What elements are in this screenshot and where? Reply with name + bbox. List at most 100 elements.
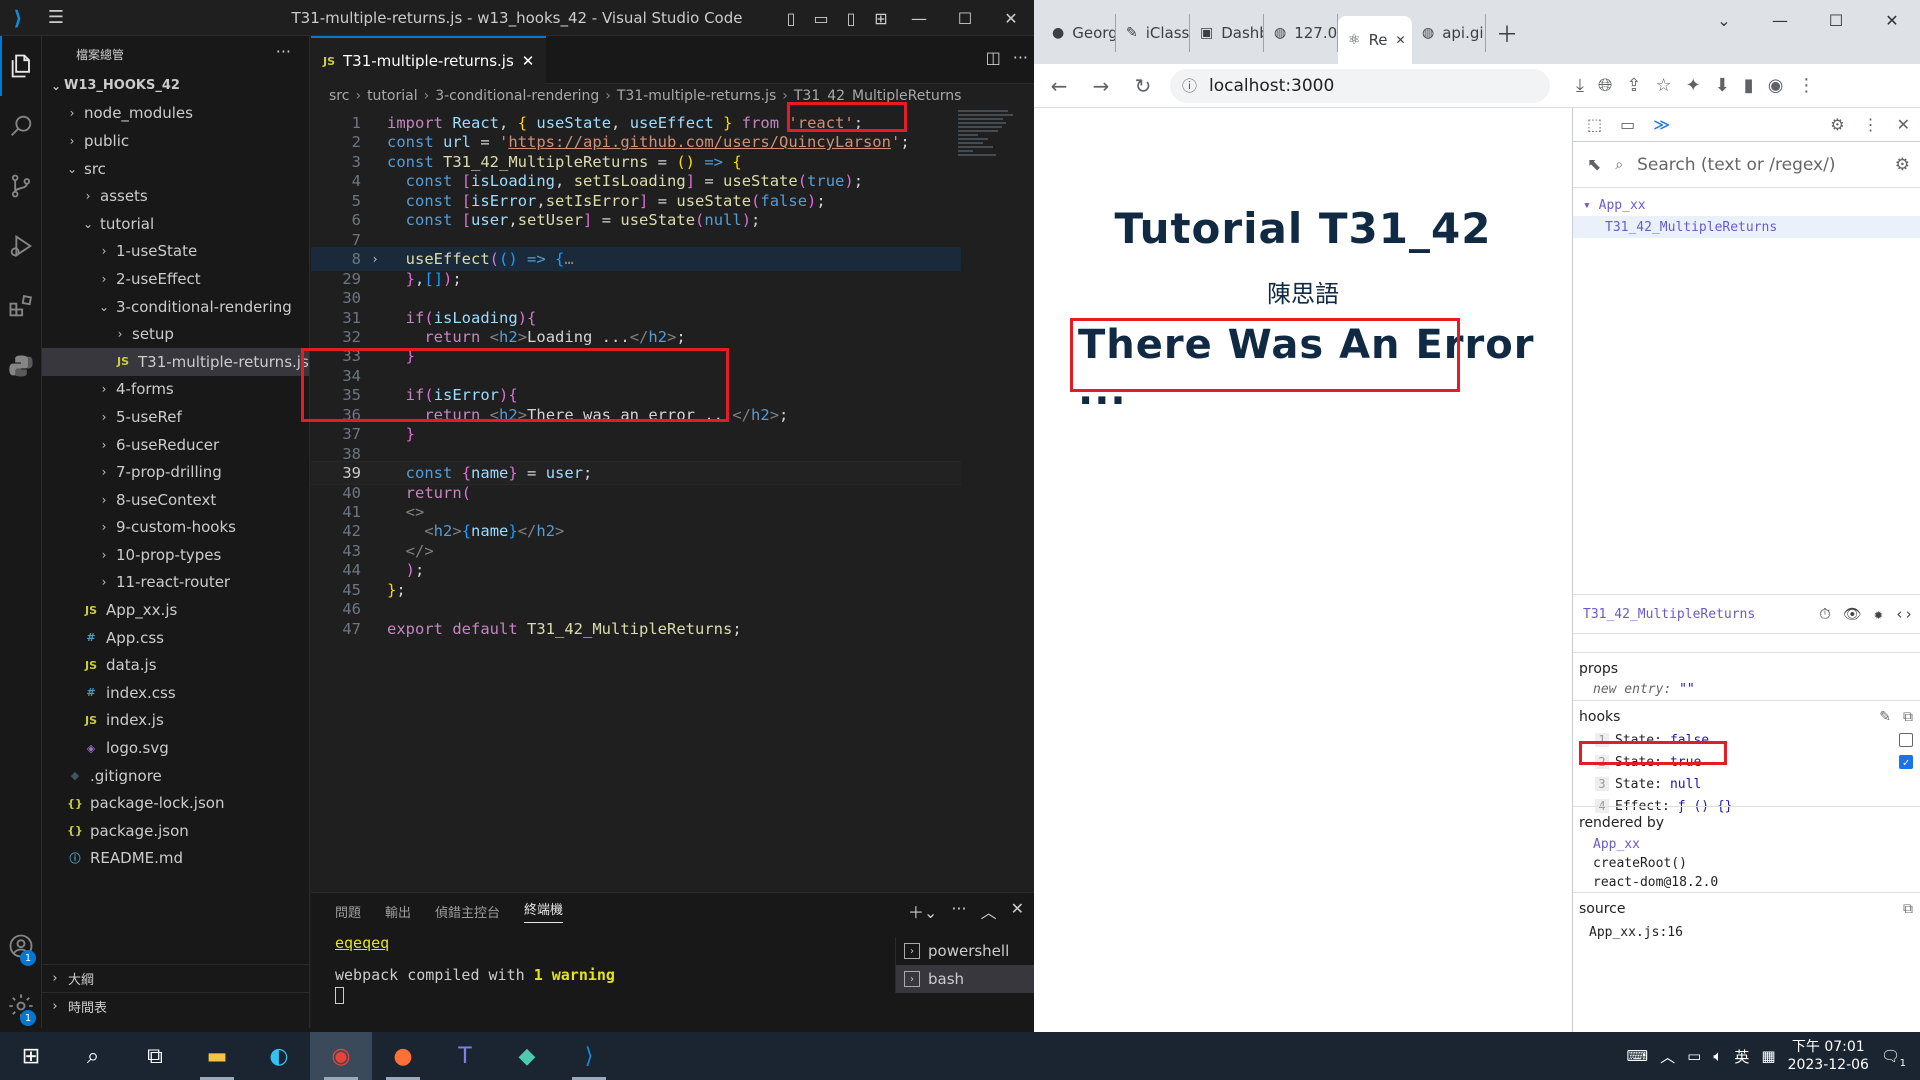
- breadcrumb-item[interactable]: T31-multiple-returns.js: [617, 88, 776, 104]
- share-icon[interactable]: ⇪: [1626, 75, 1641, 96]
- extensions-icon[interactable]: [0, 276, 42, 336]
- tree-item-8-usecontext[interactable]: › 8-useContext: [42, 486, 309, 514]
- python-icon[interactable]: [0, 336, 42, 396]
- parse-hook-names-icon[interactable]: ✎: [1879, 709, 1891, 725]
- terminal-powershell[interactable]: › powershell: [896, 937, 1034, 965]
- close-devtools-icon[interactable]: ✕: [1897, 115, 1910, 134]
- browser-tab[interactable]: ◍ 127.0: [1264, 14, 1338, 52]
- split-editor-icon[interactable]: ◫: [986, 48, 1001, 67]
- tree-item-tutorial[interactable]: ⌄ tutorial: [42, 210, 309, 238]
- tree-item-index-css[interactable]: # index.css: [42, 679, 309, 707]
- hook-toggle-checkbox[interactable]: [1899, 733, 1913, 747]
- breadcrumb-item[interactable]: tutorial: [367, 88, 418, 104]
- toggle-panel-icon[interactable]: ▭: [806, 0, 836, 36]
- select-component-icon[interactable]: ⬉: [1587, 155, 1601, 175]
- tree-item-app-css[interactable]: # App.css: [42, 624, 309, 652]
- chrome-icon[interactable]: ◉: [310, 1032, 372, 1080]
- tab-search-icon[interactable]: ⌄: [1696, 0, 1752, 40]
- reload-icon[interactable]: ↻: [1128, 71, 1158, 101]
- tree-item-src[interactable]: ⌄ src: [42, 155, 309, 183]
- panel-tab[interactable]: 終端機: [524, 899, 564, 923]
- timeline-section[interactable]: › 時間表: [42, 992, 310, 1019]
- explorer-icon[interactable]: [0, 36, 42, 96]
- maximize-panel-icon[interactable]: ︿: [981, 899, 997, 923]
- tree-item-2-useeffect[interactable]: › 2-useEffect: [42, 265, 309, 293]
- component-tree-node[interactable]: ▾ App_xx: [1573, 194, 1920, 216]
- code-editor[interactable]: 1 import React, { useState, useEffect } f…: [311, 108, 961, 808]
- minimize-button[interactable]: —: [896, 0, 942, 36]
- hook-value[interactable]: null: [1670, 777, 1701, 792]
- copy-source-icon[interactable]: ⧉: [1903, 901, 1913, 917]
- tree-item-10-prop-types[interactable]: › 10-prop-types: [42, 541, 309, 569]
- clock[interactable]: 下午 07:01 2023-12-06: [1788, 1038, 1869, 1074]
- inspect-element-icon[interactable]: ⬚: [1587, 115, 1602, 134]
- panel-tab[interactable]: 問題: [335, 902, 361, 921]
- minimap[interactable]: [958, 108, 1016, 228]
- tree-item-package-lock-json[interactable]: {} package-lock.json: [42, 789, 309, 817]
- browser-tab[interactable]: ⚛ Re ✕: [1338, 16, 1412, 64]
- panel-tab[interactable]: 輸出: [385, 902, 411, 921]
- tree-item-setup[interactable]: › setup: [42, 320, 309, 348]
- breadcrumb-item[interactable]: 3-conditional-rendering: [435, 88, 599, 104]
- more-actions-icon[interactable]: ···: [1013, 48, 1028, 67]
- browser-tab[interactable]: ✎ iClass: [1116, 14, 1190, 52]
- maximize-button[interactable]: ☐: [942, 0, 988, 36]
- tree-item-assets[interactable]: › assets: [42, 182, 309, 210]
- outline-section[interactable]: › 大綱: [42, 964, 310, 991]
- customize-layout-icon[interactable]: ⊞: [866, 0, 896, 36]
- tab-t31-multiple-returns[interactable]: JS T31-multiple-returns.js ✕: [311, 36, 547, 84]
- tree-item-data-js[interactable]: JS data.js: [42, 651, 309, 679]
- file-explorer-icon[interactable]: ▬: [186, 1032, 248, 1080]
- breadcrumb-item[interactable]: src: [329, 88, 349, 104]
- site-info-icon[interactable]: ⓘ: [1182, 75, 1197, 96]
- run-debug-icon[interactable]: [0, 216, 42, 276]
- props-new-entry[interactable]: new entry: "": [1579, 681, 1915, 697]
- maximize-button[interactable]: ☐: [1808, 0, 1864, 40]
- close-tab-icon[interactable]: ✕: [1396, 33, 1406, 47]
- code-line[interactable]: 47 export default T31_42_MultipleReturns;: [311, 617, 961, 641]
- hook-toggle-checkbox[interactable]: ✓: [1899, 755, 1913, 769]
- toggle-sidebar-icon[interactable]: ▯: [776, 0, 806, 36]
- toggle-secondary-sidebar-icon[interactable]: ▯: [836, 0, 866, 36]
- tree-item-app-xx-js[interactable]: JS App_xx.js: [42, 596, 309, 624]
- side-panel-icon[interactable]: ▮: [1744, 75, 1754, 96]
- component-search-input[interactable]: Search (text or /regex/): [1637, 155, 1835, 175]
- bookmark-star-icon[interactable]: ☆: [1655, 75, 1671, 96]
- account-icon[interactable]: 1: [0, 916, 42, 976]
- tree-item-5-useref[interactable]: › 5-useRef: [42, 403, 309, 431]
- tree-item-9-custom-hooks[interactable]: › 9-custom-hooks: [42, 514, 309, 542]
- settings-gear-icon[interactable]: 1: [0, 976, 42, 1036]
- show-hidden-icons-icon[interactable]: ︿: [1660, 1046, 1675, 1067]
- suspend-timer-icon[interactable]: ⏱: [1819, 605, 1831, 623]
- breadcrumb-item[interactable]: T31_42_MultipleReturns: [794, 88, 962, 104]
- extensions-puzzle-icon[interactable]: ✦: [1686, 75, 1701, 96]
- tree-item-11-react-router[interactable]: › 11-react-router: [42, 569, 309, 597]
- tree-item-public[interactable]: › public: [42, 127, 309, 155]
- tree-item-7-prop-drilling[interactable]: › 7-prop-drilling: [42, 458, 309, 486]
- more-actions-icon[interactable]: ···: [951, 899, 966, 923]
- hook-value[interactable]: true: [1670, 755, 1701, 770]
- more-actions-icon[interactable]: ···: [276, 42, 291, 61]
- tree-item-index-js[interactable]: JS index.js: [42, 707, 309, 735]
- tree-item-package-json[interactable]: {} package.json: [42, 817, 309, 845]
- new-tab-button[interactable]: ＋: [1486, 14, 1528, 52]
- edge-icon[interactable]: ◐: [248, 1032, 310, 1080]
- components-settings-icon[interactable]: ⚙: [1895, 155, 1910, 175]
- hook-value[interactable]: false: [1670, 733, 1709, 748]
- workspace-root[interactable]: ⌄ W13_HOOKS_42: [42, 72, 309, 100]
- hook-row[interactable]: 1 State: false: [1595, 729, 1915, 751]
- address-bar[interactable]: ⓘ localhost:3000: [1170, 68, 1550, 103]
- terminal-output[interactable]: eqeqeq webpack compiled with 1 warning: [335, 933, 615, 1004]
- task-view-icon[interactable]: ⧉: [124, 1032, 186, 1080]
- vscode-taskbar-icon[interactable]: ⟩: [558, 1032, 620, 1080]
- close-window-button[interactable]: ✕: [988, 0, 1034, 36]
- close-window-button[interactable]: ✕: [1864, 0, 1920, 40]
- new-terminal-icon[interactable]: ＋⌄: [908, 899, 937, 923]
- close-tab-icon[interactable]: ✕: [522, 52, 535, 70]
- tree-item-6-usereducer[interactable]: › 6-useReducer: [42, 431, 309, 459]
- source-control-icon[interactable]: [0, 156, 42, 216]
- tree-item-4-forms[interactable]: › 4-forms: [42, 376, 309, 404]
- profile-avatar[interactable]: ◉: [1768, 75, 1784, 96]
- back-icon[interactable]: ←: [1044, 71, 1074, 101]
- browser-tab[interactable]: ● Georg: [1042, 14, 1116, 52]
